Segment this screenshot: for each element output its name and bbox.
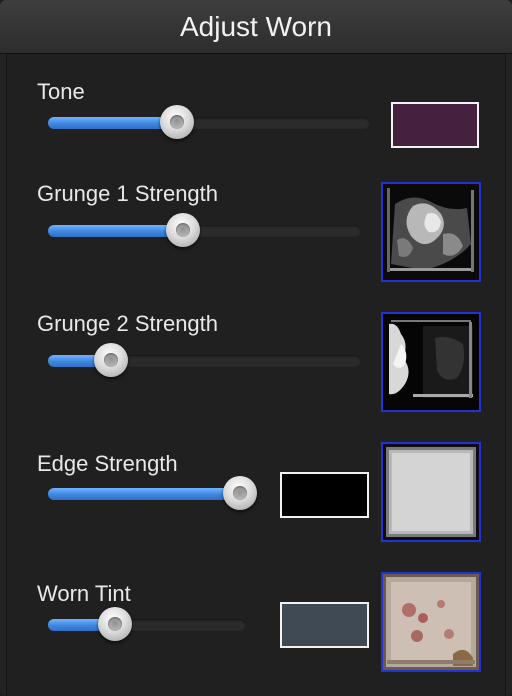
- thumb-center: [104, 353, 118, 367]
- edge-texture-icon[interactable]: [381, 442, 481, 542]
- edge-slider-fill: [48, 488, 240, 500]
- edge-strength-label: Edge Strength: [37, 451, 178, 476]
- grunge-2-strength-label: Grunge 2 Strength: [37, 311, 219, 336]
- worn-tint-slider[interactable]: [48, 607, 246, 641]
- thumb-center: [176, 223, 190, 237]
- controls-area: Tone Grunge 1 Strength Grunge 2 Strength…: [6, 54, 506, 696]
- panel-title: Adjust Worn: [180, 11, 332, 42]
- grunge-2-slider-thumb[interactable]: [94, 343, 128, 377]
- worn-tint-texture-icon[interactable]: [381, 572, 481, 672]
- grunge-texture-2-icon[interactable]: [381, 312, 481, 412]
- worn-tint-color-swatch[interactable]: [280, 602, 369, 648]
- edge-slider-thumb[interactable]: [223, 476, 257, 510]
- tone-color-swatch[interactable]: [391, 102, 479, 148]
- tone-slider-fill: [48, 117, 177, 129]
- tone-slider-thumb[interactable]: [160, 105, 194, 139]
- thumb-center: [170, 115, 184, 129]
- grunge-2-strength-slider[interactable]: [48, 343, 361, 377]
- edge-color-swatch[interactable]: [280, 472, 369, 518]
- tone-slider[interactable]: [48, 105, 370, 139]
- grunge-texture-1-icon[interactable]: [381, 182, 481, 282]
- grunge-1-slider-thumb[interactable]: [166, 213, 200, 247]
- worn-tint-label: Worn Tint: [37, 581, 131, 606]
- tone-label: Tone: [37, 79, 85, 104]
- grunge-1-slider-fill: [48, 225, 183, 237]
- adjust-worn-panel: Adjust Worn Tone Grunge 1 Strength Grung…: [0, 0, 512, 696]
- thumb-center: [108, 617, 122, 631]
- edge-strength-slider[interactable]: [48, 476, 257, 510]
- thumb-center: [233, 486, 247, 500]
- worn-tint-slider-thumb[interactable]: [98, 607, 132, 641]
- grunge-1-strength-label: Grunge 1 Strength: [37, 181, 219, 206]
- grunge-1-strength-slider[interactable]: [48, 213, 361, 247]
- panel-titlebar: Adjust Worn: [0, 0, 512, 54]
